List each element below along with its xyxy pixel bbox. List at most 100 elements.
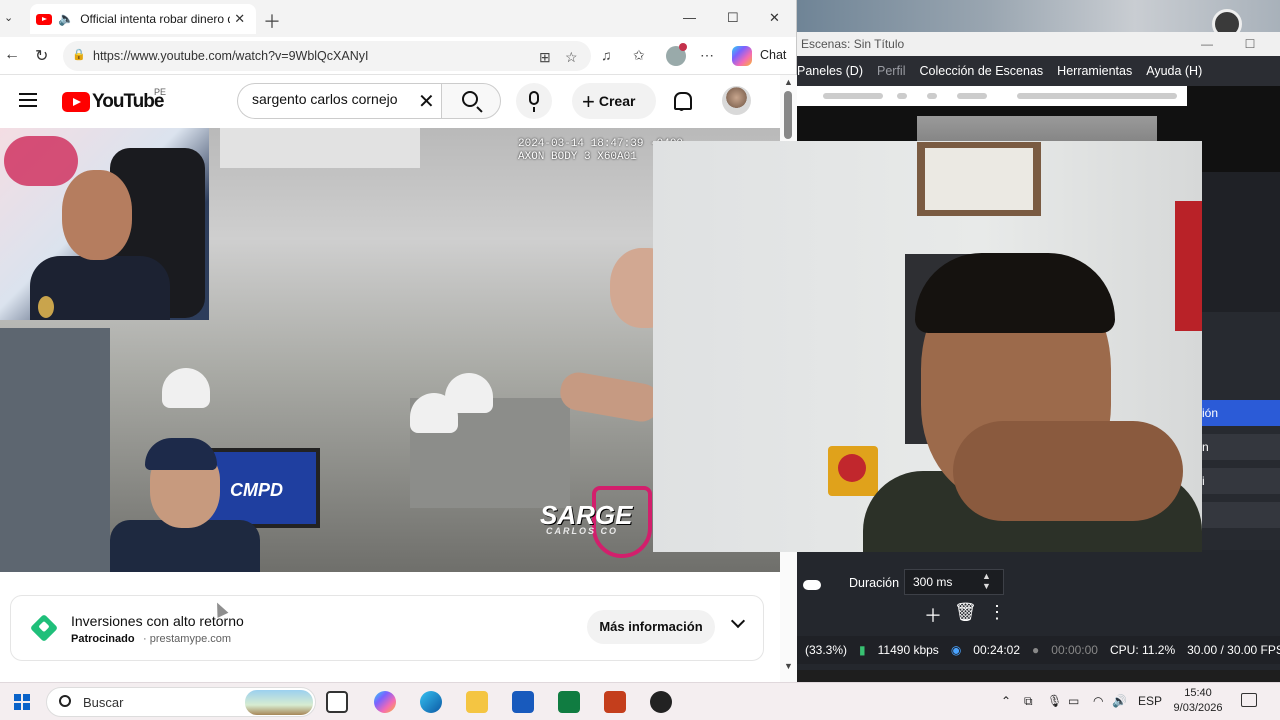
host-picture-in-picture (0, 128, 209, 320)
file-explorer-icon[interactable] (466, 691, 488, 713)
copilot-app-icon[interactable] (374, 691, 396, 713)
search-button[interactable] (441, 83, 501, 119)
app-available-icon[interactable]: ⊞ (539, 49, 551, 66)
youtube-logo-icon[interactable] (62, 92, 90, 112)
helmet (445, 373, 493, 413)
obs-menu-scene-collection[interactable]: Colección de Escenas (919, 64, 1043, 78)
notifications-bell-icon[interactable] (672, 91, 692, 111)
trash-icon[interactable]: 🗑 (954, 602, 977, 628)
search-highlight-image (245, 690, 313, 715)
menu-icon[interactable] (19, 93, 37, 111)
volume-icon[interactable]: 🔊 (1112, 694, 1127, 708)
obs-menu-tools[interactable]: Herramientas (1057, 64, 1132, 78)
fps: 30.00 / 30.00 FPS (1187, 643, 1280, 657)
sponsored-ad-card[interactable]: Inversiones con alto retorno Patrocinado… (10, 595, 764, 661)
wall (0, 328, 110, 572)
windows-start-icon[interactable] (14, 694, 30, 710)
more-vertical-icon[interactable]: ⋮ (986, 602, 1008, 628)
preview-mini-browser (797, 86, 1187, 106)
obs-menu-help[interactable]: Ayuda (H) (1146, 64, 1202, 78)
back-icon[interactable]: ← (4, 46, 20, 64)
obs-side-item-active[interactable]: ión (1202, 400, 1280, 426)
obs-status-bar: (33.3%) ▮ 11490 kbps ◉ 00:24:02 ● 00:00:… (797, 636, 1280, 664)
desktop-wallpaper (797, 0, 1280, 32)
scroll-thumb[interactable] (784, 91, 792, 139)
lock-icon[interactable]: 🔒 (72, 48, 86, 61)
search-box[interactable]: ✕ (237, 83, 441, 119)
task-view-icon[interactable] (326, 691, 348, 713)
notifications-icon[interactable] (1241, 693, 1257, 707)
toggle-switch[interactable] (803, 580, 821, 590)
ad-domain: · prestamype.com (143, 633, 232, 645)
close-tab-icon[interactable]: ✕ (234, 11, 245, 27)
search-icon (462, 91, 478, 107)
duration-stepper-icon[interactable]: ▲ ▼ (982, 571, 991, 591)
notification-dot (679, 43, 687, 51)
maximize-icon[interactable]: ☐ (727, 10, 739, 26)
refresh-icon[interactable]: ↻ (35, 46, 48, 66)
copilot-icon[interactable] (732, 46, 752, 66)
language-indicator[interactable]: ESP (1138, 694, 1162, 708)
taskbar-search[interactable]: Buscar (46, 687, 316, 717)
url-bar[interactable]: 🔒 https://www.youtube.com/watch?v=9WblQc… (63, 41, 591, 71)
favorites-icon[interactable]: ✩ (633, 47, 645, 64)
user-avatar[interactable] (722, 86, 751, 115)
obs-side-item[interactable]: i (1202, 468, 1280, 494)
chat-label[interactable]: Chat (760, 48, 786, 62)
scroll-down-icon[interactable]: ▼ (784, 661, 793, 671)
create-button[interactable]: + Crear (572, 83, 656, 119)
chevron-down-icon[interactable] (730, 613, 746, 629)
new-tab-icon[interactable]: ＋ (263, 8, 281, 34)
duration-label: Duración (849, 576, 900, 590)
webcam-overlay (653, 141, 1202, 552)
wall-sign (1175, 201, 1202, 331)
monitor-text: CMPD (230, 480, 283, 500)
add-icon[interactable]: ＋ (922, 602, 944, 628)
tab-actions-icon[interactable]: ⌄ (4, 11, 13, 24)
advertiser-logo-icon (29, 613, 59, 643)
speaker-icon[interactable]: 🔈 (58, 11, 74, 27)
more-info-button[interactable]: Más información (587, 610, 715, 644)
favorite-star-icon[interactable]: ☆ (565, 49, 578, 66)
wifi-icon[interactable]: ◠ (1093, 694, 1103, 708)
media-icon[interactable]: ♫ (601, 47, 612, 63)
obs-menu-profile[interactable]: Perfil (877, 64, 905, 78)
tray-app-icon[interactable]: ⧉ (1024, 694, 1033, 709)
channel-watermark-sub: CARLOS CO (546, 526, 618, 536)
helmet (162, 368, 210, 408)
search-input[interactable] (252, 91, 410, 107)
tab-youtube[interactable]: 🔈 Official intenta robar dinero d ✕ (30, 4, 256, 34)
word-app-icon[interactable] (512, 691, 534, 713)
youtube-favicon-icon (36, 13, 52, 25)
excel-app-icon[interactable] (558, 691, 580, 713)
cpu-usage: CPU: 11.2% (1109, 643, 1176, 657)
minimize-icon[interactable]: — (683, 10, 696, 25)
clock-time: 15:40 (1184, 687, 1212, 699)
clock-date: 9/03/2026 (1173, 702, 1223, 714)
close-window-icon[interactable]: ✕ (769, 10, 780, 26)
create-label: Crear (598, 93, 636, 109)
obs-minimize-icon[interactable]: — (1192, 32, 1222, 56)
scroll-up-icon[interactable]: ▲ (784, 77, 793, 87)
obs-app-icon[interactable] (650, 691, 672, 713)
person-arm (557, 369, 663, 425)
edge-app-icon[interactable] (420, 691, 442, 713)
emergency-button-box (828, 446, 878, 496)
battery-icon[interactable]: ▭ (1068, 694, 1079, 708)
more-options-icon[interactable]: ⋯ (700, 47, 714, 64)
obs-maximize-icon[interactable]: ☐ (1235, 32, 1265, 56)
clock[interactable]: 15:40 9/03/2026 (1168, 686, 1228, 716)
ceiling (220, 128, 420, 168)
tab-title: Official intenta robar dinero d (80, 12, 231, 26)
obs-side-item[interactable]: n (1202, 434, 1280, 460)
person-hair (915, 253, 1115, 333)
host-face (62, 170, 132, 260)
youtube-wordmark[interactable]: YouTube (92, 91, 164, 113)
obs-menu-panels[interactable]: Paneles (D) (797, 64, 863, 78)
tray-overflow-icon[interactable]: ⌃ (1001, 694, 1011, 708)
microphone-tray-icon[interactable]: 🎙 (1047, 694, 1062, 708)
obs-side-item-empty[interactable] (1202, 502, 1280, 528)
clear-search-icon[interactable]: ✕ (418, 89, 435, 114)
voice-search-button[interactable] (516, 83, 552, 119)
powerpoint-app-icon[interactable] (604, 691, 626, 713)
